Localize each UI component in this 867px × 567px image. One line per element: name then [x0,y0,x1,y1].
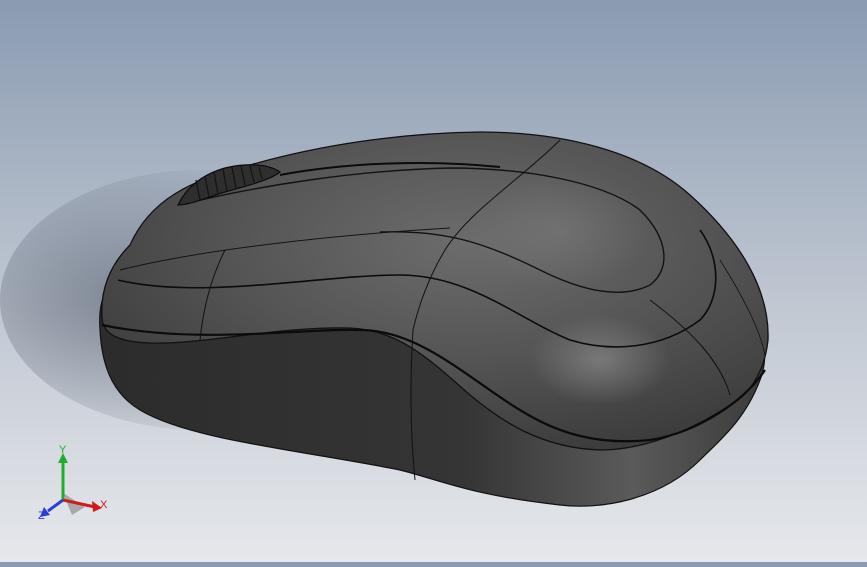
mouse-model-render [0,131,769,507]
y-axis-label: Y [59,445,67,456]
graphics-viewport[interactable] [0,0,867,562]
axis-triad: Y X Z [30,444,120,525]
specular-highlight [530,315,670,405]
z-axis-label: Z [38,510,45,522]
z-axis-arrow [47,498,64,513]
x-axis-label: X [100,499,108,511]
